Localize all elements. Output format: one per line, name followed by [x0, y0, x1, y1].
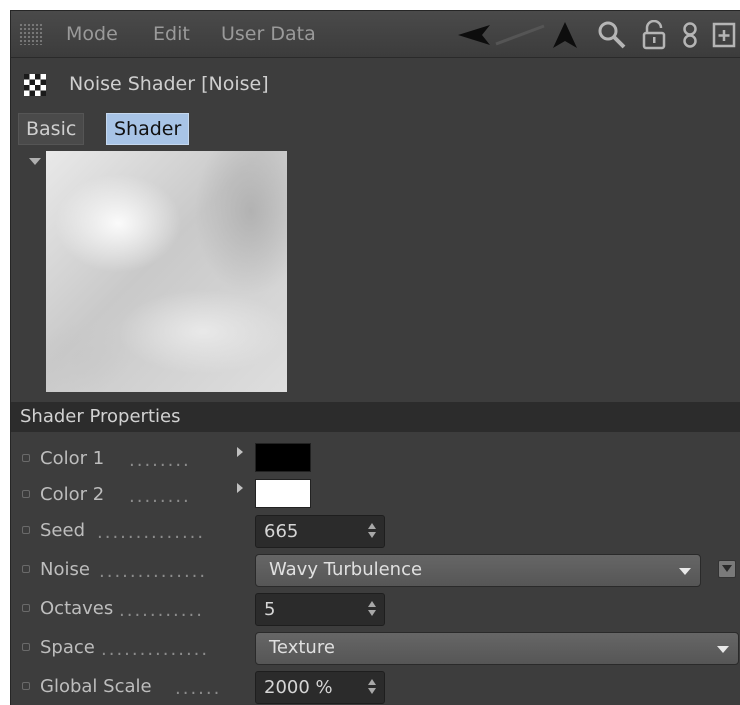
noise-options-button[interactable]	[718, 560, 736, 578]
leader-dots: ......	[175, 678, 222, 699]
property-row-seed: Seed .............. 665	[11, 513, 740, 549]
animation-dot-icon[interactable]	[22, 643, 30, 651]
color2-swatch[interactable]	[255, 479, 311, 508]
leader-dots: ........	[129, 450, 191, 471]
object-title: Noise Shader [Noise]	[69, 73, 269, 95]
animation-dot-icon[interactable]	[22, 565, 30, 573]
property-label: Color 2	[40, 484, 105, 505]
collapse-triangle-icon[interactable]	[29, 158, 41, 165]
property-label: Seed	[40, 520, 85, 541]
menu-edit[interactable]: Edit	[153, 23, 190, 45]
leader-dots: ........	[129, 486, 191, 507]
object-header: Noise Shader [Noise]	[11, 58, 740, 116]
octaves-value: 5	[264, 599, 276, 620]
global-scale-value: 2000 %	[264, 677, 333, 698]
property-row-color1: Color 1 ........	[11, 441, 740, 477]
noise-selected-value: Wavy Turbulence	[269, 559, 423, 580]
seed-value: 665	[264, 521, 299, 542]
noise-preview-image	[46, 151, 287, 392]
global-scale-input[interactable]: 2000 %	[255, 671, 385, 704]
spinner-arrows-icon[interactable]	[368, 679, 376, 695]
animation-dot-icon[interactable]	[22, 604, 30, 612]
search-icon[interactable]	[597, 20, 627, 50]
back-arrow-icon[interactable]	[456, 20, 546, 50]
property-label: Space	[40, 637, 95, 658]
up-arrow-icon[interactable]	[551, 20, 579, 50]
noise-dropdown[interactable]: Wavy Turbulence	[255, 554, 701, 587]
property-label: Global Scale	[40, 676, 152, 697]
leader-dots: ..............	[99, 561, 208, 582]
section-title: Shader Properties	[20, 406, 181, 427]
link-icon[interactable]	[679, 20, 701, 50]
spinner-arrows-icon[interactable]	[368, 523, 376, 539]
animation-dot-icon[interactable]	[22, 454, 30, 462]
property-label: Color 1	[40, 448, 105, 469]
octaves-input[interactable]: 5	[255, 593, 385, 626]
menu-user-data[interactable]: User Data	[221, 23, 316, 45]
animation-dot-icon[interactable]	[22, 682, 30, 690]
expand-arrow-icon[interactable]	[237, 447, 243, 457]
menu-mode[interactable]: Mode	[66, 23, 118, 45]
section-header-shader-properties: Shader Properties	[11, 402, 740, 432]
color1-swatch[interactable]	[255, 443, 311, 472]
property-label: Octaves	[40, 598, 114, 619]
space-selected-value: Texture	[269, 637, 335, 658]
leader-dots: ..............	[97, 522, 206, 543]
property-label: Noise	[40, 559, 90, 580]
attribute-manager-window: Mode Edit User Data Noise Shader [Noise]…	[10, 10, 740, 705]
property-row-space: Space .............. Texture	[11, 630, 740, 666]
leader-dots: ...........	[119, 600, 204, 621]
seed-input[interactable]: 665	[255, 515, 385, 548]
tab-basic[interactable]: Basic	[18, 113, 85, 145]
animation-dot-icon[interactable]	[22, 490, 30, 498]
property-row-color2: Color 2 ........	[11, 477, 740, 513]
spinner-arrows-icon[interactable]	[368, 601, 376, 617]
chevron-down-icon	[679, 568, 691, 575]
menu-bar: Mode Edit User Data	[11, 11, 740, 58]
tab-shader[interactable]: Shader	[106, 113, 190, 145]
space-dropdown[interactable]: Texture	[255, 632, 739, 665]
panel-grip-handle[interactable]	[19, 23, 43, 45]
chevron-down-icon	[717, 646, 729, 653]
expand-arrow-icon[interactable]	[237, 483, 243, 493]
lock-icon[interactable]	[641, 20, 667, 50]
checkerboard-icon	[24, 74, 46, 96]
new-panel-icon[interactable]	[711, 20, 737, 50]
property-row-noise: Noise .............. Wavy Turbulence	[11, 552, 740, 588]
animation-dot-icon[interactable]	[22, 526, 30, 534]
leader-dots: ..............	[101, 639, 210, 660]
property-row-global-scale: Global Scale ...... 2000 %	[11, 669, 740, 705]
property-row-octaves: Octaves ........... 5	[11, 591, 740, 627]
